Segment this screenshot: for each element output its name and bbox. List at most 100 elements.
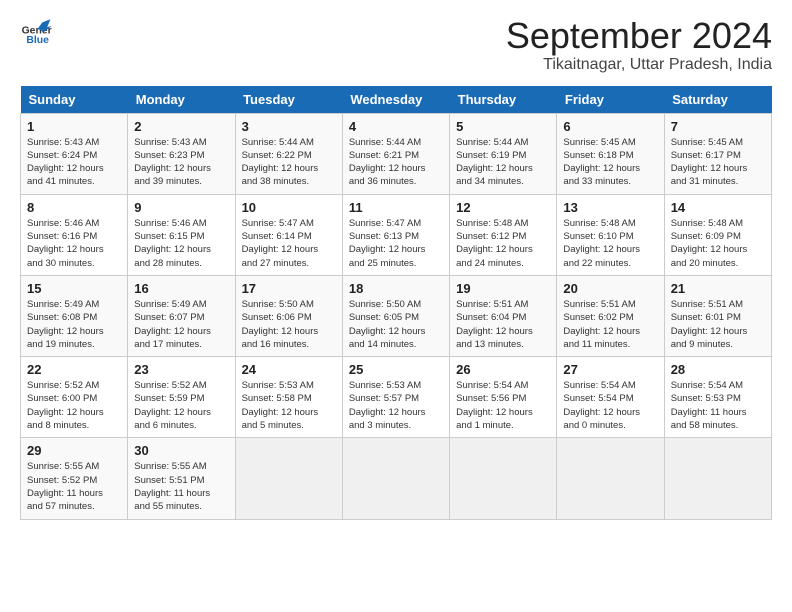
day-number: 12 bbox=[456, 200, 550, 215]
table-row: 3 Sunrise: 5:44 AM Sunset: 6:22 PM Daylig… bbox=[235, 113, 342, 194]
table-row: 5 Sunrise: 5:44 AM Sunset: 6:19 PM Daylig… bbox=[450, 113, 557, 194]
day-info: Sunrise: 5:51 AM Sunset: 6:01 PM Dayligh… bbox=[671, 298, 765, 351]
day-number: 14 bbox=[671, 200, 765, 215]
table-row bbox=[450, 438, 557, 519]
day-number: 1 bbox=[27, 119, 121, 134]
col-saturday: Saturday bbox=[664, 86, 771, 114]
day-number: 5 bbox=[456, 119, 550, 134]
day-info: Sunrise: 5:43 AM Sunset: 6:24 PM Dayligh… bbox=[27, 136, 121, 189]
day-number: 18 bbox=[349, 281, 443, 296]
day-info: Sunrise: 5:49 AM Sunset: 6:08 PM Dayligh… bbox=[27, 298, 121, 351]
day-info: Sunrise: 5:55 AM Sunset: 5:51 PM Dayligh… bbox=[134, 460, 228, 513]
table-row: 19Sunrise: 5:51 AM Sunset: 6:04 PM Dayli… bbox=[450, 275, 557, 356]
day-number: 19 bbox=[456, 281, 550, 296]
table-row: 25 Sunrise: 5:53 AM Sunset: 5:57 PM Dayli… bbox=[342, 357, 449, 438]
day-number: 20 bbox=[563, 281, 657, 296]
location-title: Tikaitnagar, Uttar Pradesh, India bbox=[506, 56, 772, 74]
day-info: Sunrise: 5:55 AM Sunset: 5:52 PM Dayligh… bbox=[27, 460, 121, 513]
calendar-row: 1 Sunrise: 5:43 AM Sunset: 6:24 PM Daylig… bbox=[21, 113, 772, 194]
table-row: 6Sunrise: 5:45 AM Sunset: 6:18 PM Daylig… bbox=[557, 113, 664, 194]
table-row: 17 Sunrise: 5:50 AM Sunset: 6:06 PM Dayli… bbox=[235, 275, 342, 356]
col-monday: Monday bbox=[128, 86, 235, 114]
logo: General Blue bbox=[20, 16, 52, 48]
day-info: Sunrise: 5:50 AM Sunset: 6:05 PM Dayligh… bbox=[349, 298, 443, 351]
day-info: Sunrise: 5:50 AM Sunset: 6:06 PM Dayligh… bbox=[242, 298, 336, 351]
calendar-row: 8 Sunrise: 5:46 AM Sunset: 6:16 PM Daylig… bbox=[21, 194, 772, 275]
table-row bbox=[557, 438, 664, 519]
day-info: Sunrise: 5:51 AM Sunset: 6:02 PM Dayligh… bbox=[563, 298, 657, 351]
table-row: 28 Sunrise: 5:54 AM Sunset: 5:53 PM Dayli… bbox=[664, 357, 771, 438]
table-row: 8 Sunrise: 5:46 AM Sunset: 6:16 PM Daylig… bbox=[21, 194, 128, 275]
table-row bbox=[664, 438, 771, 519]
table-row: 14 Sunrise: 5:48 AM Sunset: 6:09 PM Dayli… bbox=[664, 194, 771, 275]
table-row bbox=[235, 438, 342, 519]
table-row: 20 Sunrise: 5:51 AM Sunset: 6:02 PM Dayli… bbox=[557, 275, 664, 356]
table-row: 27 Sunrise: 5:54 AM Sunset: 5:54 PM Dayli… bbox=[557, 357, 664, 438]
day-info: Sunrise: 5:46 AM Sunset: 6:16 PM Dayligh… bbox=[27, 217, 121, 270]
table-row: 23 Sunrise: 5:52 AM Sunset: 5:59 PM Dayli… bbox=[128, 357, 235, 438]
day-number: 16 bbox=[134, 281, 228, 296]
table-row: 21 Sunrise: 5:51 AM Sunset: 6:01 PM Dayli… bbox=[664, 275, 771, 356]
day-number: 30 bbox=[134, 443, 228, 458]
day-info: Sunrise: 5:53 AM Sunset: 5:57 PM Dayligh… bbox=[349, 379, 443, 432]
table-row: 18 Sunrise: 5:50 AM Sunset: 6:05 PM Dayli… bbox=[342, 275, 449, 356]
calendar-row: 15 Sunrise: 5:49 AM Sunset: 6:08 PM Dayli… bbox=[21, 275, 772, 356]
table-row: 11Sunrise: 5:47 AM Sunset: 6:13 PM Dayli… bbox=[342, 194, 449, 275]
day-info: Sunrise: 5:44 AM Sunset: 6:22 PM Dayligh… bbox=[242, 136, 336, 189]
table-row: 24Sunrise: 5:53 AM Sunset: 5:58 PM Dayli… bbox=[235, 357, 342, 438]
table-row: 26Sunrise: 5:54 AM Sunset: 5:56 PM Dayli… bbox=[450, 357, 557, 438]
day-info: Sunrise: 5:52 AM Sunset: 6:00 PM Dayligh… bbox=[27, 379, 121, 432]
col-wednesday: Wednesday bbox=[342, 86, 449, 114]
calendar-row: 29 Sunrise: 5:55 AM Sunset: 5:52 PM Dayli… bbox=[21, 438, 772, 519]
day-info: Sunrise: 5:48 AM Sunset: 6:09 PM Dayligh… bbox=[671, 217, 765, 270]
col-thursday: Thursday bbox=[450, 86, 557, 114]
table-row: 9Sunrise: 5:46 AM Sunset: 6:15 PM Daylig… bbox=[128, 194, 235, 275]
day-number: 15 bbox=[27, 281, 121, 296]
header-row: Sunday Monday Tuesday Wednesday Thursday… bbox=[21, 86, 772, 114]
day-info: Sunrise: 5:48 AM Sunset: 6:12 PM Dayligh… bbox=[456, 217, 550, 270]
day-number: 17 bbox=[242, 281, 336, 296]
day-info: Sunrise: 5:45 AM Sunset: 6:17 PM Dayligh… bbox=[671, 136, 765, 189]
day-info: Sunrise: 5:44 AM Sunset: 6:21 PM Dayligh… bbox=[349, 136, 443, 189]
table-row: 15 Sunrise: 5:49 AM Sunset: 6:08 PM Dayli… bbox=[21, 275, 128, 356]
day-number: 3 bbox=[242, 119, 336, 134]
day-number: 22 bbox=[27, 362, 121, 377]
day-info: Sunrise: 5:49 AM Sunset: 6:07 PM Dayligh… bbox=[134, 298, 228, 351]
table-row: 12 Sunrise: 5:48 AM Sunset: 6:12 PM Dayli… bbox=[450, 194, 557, 275]
day-info: Sunrise: 5:44 AM Sunset: 6:19 PM Dayligh… bbox=[456, 136, 550, 189]
col-tuesday: Tuesday bbox=[235, 86, 342, 114]
table-row: 2Sunrise: 5:43 AM Sunset: 6:23 PM Daylig… bbox=[128, 113, 235, 194]
day-number: 11 bbox=[349, 200, 443, 215]
day-info: Sunrise: 5:54 AM Sunset: 5:53 PM Dayligh… bbox=[671, 379, 765, 432]
table-row: 16 Sunrise: 5:49 AM Sunset: 6:07 PM Dayli… bbox=[128, 275, 235, 356]
day-number: 27 bbox=[563, 362, 657, 377]
day-info: Sunrise: 5:46 AM Sunset: 6:15 PM Dayligh… bbox=[134, 217, 228, 270]
day-info: Sunrise: 5:48 AM Sunset: 6:10 PM Dayligh… bbox=[563, 217, 657, 270]
day-number: 28 bbox=[671, 362, 765, 377]
table-row: 29 Sunrise: 5:55 AM Sunset: 5:52 PM Dayli… bbox=[21, 438, 128, 519]
table-row: 22 Sunrise: 5:52 AM Sunset: 6:00 PM Dayli… bbox=[21, 357, 128, 438]
day-info: Sunrise: 5:52 AM Sunset: 5:59 PM Dayligh… bbox=[134, 379, 228, 432]
day-number: 4 bbox=[349, 119, 443, 134]
col-sunday: Sunday bbox=[21, 86, 128, 114]
day-info: Sunrise: 5:54 AM Sunset: 5:54 PM Dayligh… bbox=[563, 379, 657, 432]
day-number: 29 bbox=[27, 443, 121, 458]
day-number: 24 bbox=[242, 362, 336, 377]
day-number: 21 bbox=[671, 281, 765, 296]
calendar-row: 22 Sunrise: 5:52 AM Sunset: 6:00 PM Dayli… bbox=[21, 357, 772, 438]
day-info: Sunrise: 5:54 AM Sunset: 5:56 PM Dayligh… bbox=[456, 379, 550, 432]
month-title: September 2024 bbox=[506, 16, 772, 56]
day-number: 8 bbox=[27, 200, 121, 215]
day-number: 23 bbox=[134, 362, 228, 377]
svg-text:Blue: Blue bbox=[26, 35, 49, 46]
table-row: 7Sunrise: 5:45 AM Sunset: 6:17 PM Daylig… bbox=[664, 113, 771, 194]
table-row bbox=[342, 438, 449, 519]
day-info: Sunrise: 5:47 AM Sunset: 6:14 PM Dayligh… bbox=[242, 217, 336, 270]
calendar-table: Sunday Monday Tuesday Wednesday Thursday… bbox=[20, 86, 772, 520]
day-number: 6 bbox=[563, 119, 657, 134]
page-header: General Blue September 2024 Tikaitnagar,… bbox=[20, 16, 772, 74]
day-number: 25 bbox=[349, 362, 443, 377]
logo-icon: General Blue bbox=[20, 16, 52, 48]
col-friday: Friday bbox=[557, 86, 664, 114]
table-row: 1 Sunrise: 5:43 AM Sunset: 6:24 PM Daylig… bbox=[21, 113, 128, 194]
